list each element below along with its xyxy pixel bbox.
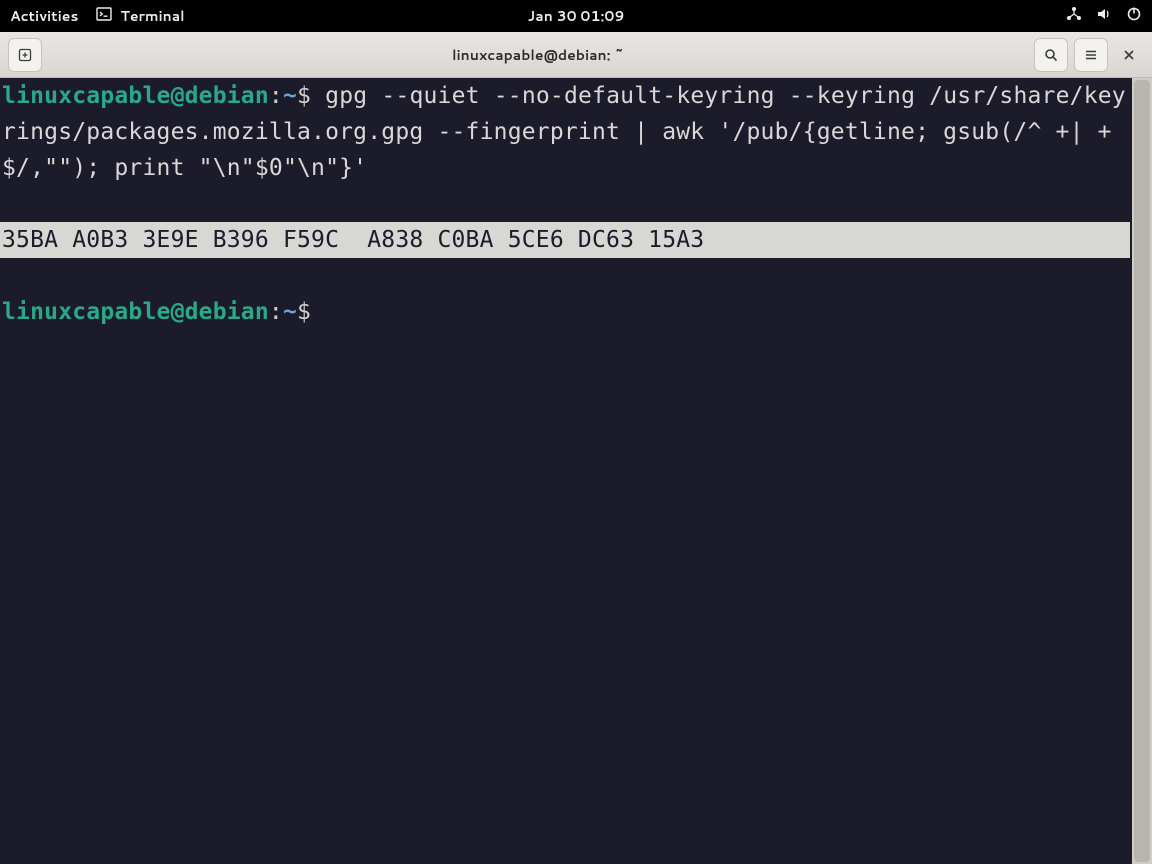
active-app-indicator[interactable]: Terminal xyxy=(96,6,184,27)
scrollbar-track[interactable] xyxy=(1132,78,1152,864)
window-title: linuxcapable@debian: ~ xyxy=(50,45,1026,65)
terminal-viewport[interactable]: linuxcapable@debian:~$ gpg --quiet --no-… xyxy=(0,78,1152,864)
window-titlebar: linuxcapable@debian: ~ xyxy=(0,32,1152,78)
hamburger-menu-button[interactable] xyxy=(1074,38,1108,72)
prompt-symbol-2: $ xyxy=(297,299,311,325)
activities-button[interactable]: Activities xyxy=(10,6,78,26)
prompt-path: ~ xyxy=(283,83,297,109)
volume-icon[interactable] xyxy=(1096,6,1112,27)
gnome-top-bar: Activities Terminal Jan 30 01:09 xyxy=(0,0,1152,32)
prompt-colon: : xyxy=(269,83,283,109)
terminal-content: linuxcapable@debian:~$ gpg --quiet --no-… xyxy=(0,78,1130,330)
prompt-path-2: ~ xyxy=(283,299,297,325)
command-line-2: linuxcapable@debian:~$ xyxy=(2,294,1130,330)
search-button[interactable] xyxy=(1034,38,1068,72)
network-icon[interactable] xyxy=(1066,6,1082,27)
prompt-user-host: linuxcapable@debian xyxy=(2,83,269,109)
new-tab-button[interactable] xyxy=(8,38,42,72)
prompt-colon-2: : xyxy=(269,299,283,325)
output-fingerprint-highlighted: 35BA A0B3 3E9E B396 F59C A838 C0BA 5CE6 … xyxy=(0,222,1130,258)
active-app-name: Terminal xyxy=(120,6,184,26)
terminal-window: linuxcapable@debian: ~ linuxcapable@debi… xyxy=(0,32,1152,864)
output-blank-2 xyxy=(2,258,1130,294)
prompt-symbol: $ xyxy=(297,83,311,109)
command-line-1: linuxcapable@debian:~$ gpg --quiet --no-… xyxy=(2,78,1130,186)
close-button[interactable] xyxy=(1114,40,1144,70)
clock[interactable]: Jan 30 01:09 xyxy=(528,6,625,26)
terminal-icon xyxy=(96,6,112,27)
prompt-user-host-2: linuxcapable@debian xyxy=(2,299,269,325)
output-blank-1 xyxy=(2,186,1130,222)
scrollbar-thumb[interactable] xyxy=(1134,80,1150,862)
power-icon[interactable] xyxy=(1126,6,1142,27)
